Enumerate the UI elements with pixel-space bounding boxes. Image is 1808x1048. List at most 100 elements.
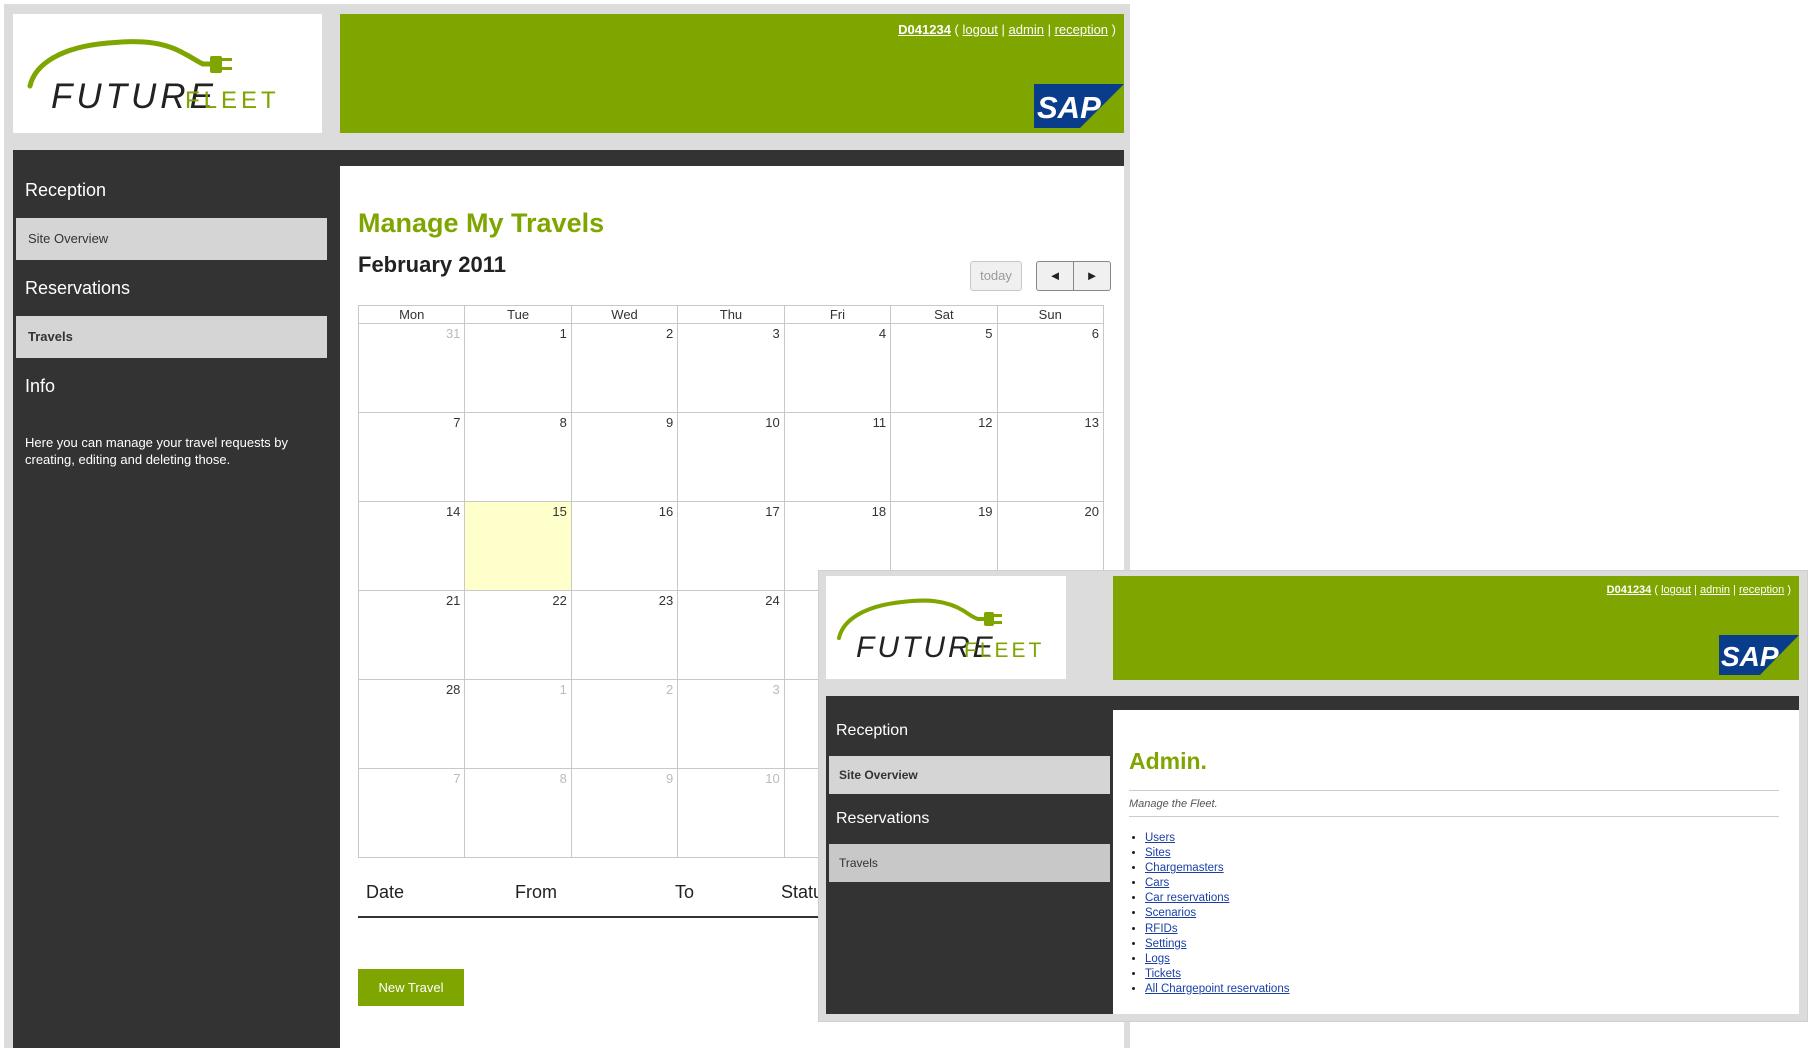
- calendar-day[interactable]: 6: [996, 324, 1103, 412]
- calendar-day[interactable]: 12: [890, 413, 996, 501]
- logout-link[interactable]: logout: [1661, 584, 1691, 596]
- list-item: Chargemasters: [1145, 861, 1289, 876]
- list-item: RFIDs: [1145, 922, 1289, 937]
- sidebar-info-text: Here you can manage your travel requests…: [25, 435, 289, 467]
- calendar-day[interactable]: 3: [677, 324, 783, 412]
- calendar-day[interactable]: 14: [359, 502, 464, 590]
- calendar-day[interactable]: 24: [677, 591, 783, 679]
- admin-link-chargemasters[interactable]: Chargemasters: [1145, 862, 1224, 874]
- calendar-day[interactable]: 9: [570, 413, 677, 501]
- reception-link[interactable]: reception: [1739, 584, 1784, 596]
- list-item: Logs: [1145, 952, 1289, 967]
- calendar-day[interactable]: 4: [783, 324, 890, 412]
- user-links: D041234 ( logout | admin | reception ): [1606, 584, 1791, 596]
- weekday-header: Mon Tue Wed Thu Fri Sat Sun: [358, 305, 1104, 324]
- column-date[interactable]: Date: [366, 882, 404, 903]
- reception-link[interactable]: reception: [1055, 22, 1108, 37]
- sap-logo: SAP: [1719, 635, 1799, 680]
- calendar-day[interactable]: 8: [464, 769, 570, 857]
- list-item: Sites: [1145, 846, 1289, 861]
- calendar-day[interactable]: 13: [996, 413, 1103, 501]
- sidebar-heading-reservations[interactable]: Reservations: [13, 260, 340, 316]
- calendar-day[interactable]: 1: [464, 680, 570, 768]
- sidebar: Reception Site Overview Reservations Tra…: [13, 150, 340, 1048]
- new-travel-button[interactable]: New Travel: [358, 969, 464, 1006]
- admin-link[interactable]: admin: [1009, 22, 1044, 37]
- future-fleet-logo[interactable]: FUTURE FLEET: [13, 14, 322, 133]
- sidebar-item-travels[interactable]: Travels: [829, 844, 1110, 882]
- today-button[interactable]: today: [970, 261, 1022, 291]
- calendar-day[interactable]: 7: [359, 769, 464, 857]
- calendar-day[interactable]: 7: [359, 413, 464, 501]
- admin-link-users[interactable]: Users: [1145, 832, 1175, 844]
- sidebar-item-travels[interactable]: Travels: [16, 316, 327, 358]
- user-links: D041234 ( logout | admin | reception ): [898, 22, 1116, 37]
- sidebar: Reception Site Overview Reservations Tra…: [826, 696, 1113, 1014]
- admin-link[interactable]: admin: [1700, 584, 1730, 596]
- admin-content: Admin. Manage the Fleet. Users Sites Cha…: [1113, 710, 1799, 1014]
- column-to[interactable]: To: [675, 882, 694, 903]
- future-fleet-logo[interactable]: FUTURE FLEET: [826, 576, 1066, 679]
- weekday-label: Mon: [399, 307, 425, 322]
- top-header: D041234 ( logout | admin | reception ) S…: [1113, 576, 1799, 680]
- sap-logo-text: SAP: [1721, 641, 1779, 672]
- list-item: All Chargepoint reservations: [1145, 982, 1289, 997]
- logout-link[interactable]: logout: [963, 22, 998, 37]
- calendar-day[interactable]: 2: [570, 324, 677, 412]
- calendar-day[interactable]: 17: [677, 502, 783, 590]
- calendar-day[interactable]: 1: [464, 324, 570, 412]
- sidebar-heading-reception[interactable]: Reception: [826, 706, 1113, 756]
- column-from[interactable]: From: [515, 882, 557, 903]
- weekday-label: Wed: [570, 306, 677, 323]
- header-divider: [340, 150, 1124, 166]
- admin-link-scenarios[interactable]: Scenarios: [1145, 907, 1196, 919]
- list-item: Scenarios: [1145, 906, 1289, 921]
- calendar-day[interactable]: 16: [570, 502, 677, 590]
- sidebar-heading-info: Info: [25, 376, 56, 396]
- sidebar-item-site-overview[interactable]: Site Overview: [16, 218, 327, 260]
- divider: [1129, 790, 1779, 791]
- sap-logo: SAP: [1034, 84, 1124, 133]
- user-id-link[interactable]: D041234: [1607, 584, 1652, 596]
- sidebar-heading-reception[interactable]: Reception: [13, 162, 340, 218]
- calendar-month-title: February 2011: [358, 252, 506, 277]
- calendar-day[interactable]: 8: [464, 413, 570, 501]
- calendar-day[interactable]: 22: [464, 591, 570, 679]
- calendar-day[interactable]: 5: [890, 324, 996, 412]
- admin-link-settings[interactable]: Settings: [1145, 938, 1187, 950]
- admin-link-car-reservations[interactable]: Car reservations: [1145, 892, 1229, 904]
- header-divider: [1113, 696, 1799, 710]
- arrow-right-icon: ►: [1085, 268, 1099, 283]
- prev-month-button[interactable]: ◄: [1036, 261, 1074, 291]
- list-item: Settings: [1145, 937, 1289, 952]
- calendar-day[interactable]: 9: [570, 769, 677, 857]
- weekday-label: Sun: [996, 306, 1103, 323]
- admin-link-tickets[interactable]: Tickets: [1145, 968, 1181, 980]
- next-month-button[interactable]: ►: [1073, 261, 1111, 291]
- admin-link-logs[interactable]: Logs: [1145, 953, 1170, 965]
- calendar-day[interactable]: 10: [677, 769, 783, 857]
- weekday-label: Thu: [677, 306, 783, 323]
- sap-logo-text: SAP: [1037, 90, 1101, 125]
- calendar-day[interactable]: 3: [677, 680, 783, 768]
- calendar-day[interactable]: 31: [359, 324, 464, 412]
- calendar-day[interactable]: 28: [359, 680, 464, 768]
- admin-link-sites[interactable]: Sites: [1145, 847, 1171, 859]
- page-subtitle: Manage the Fleet.: [1129, 798, 1218, 810]
- sidebar-item-site-overview[interactable]: Site Overview: [829, 756, 1110, 794]
- sidebar-heading-reservations[interactable]: Reservations: [826, 794, 1113, 844]
- admin-link-rfids[interactable]: RFIDs: [1145, 923, 1178, 935]
- weekday-label: Tue: [464, 306, 570, 323]
- logo-word-fleet: FLEET: [185, 87, 280, 114]
- calendar-day[interactable]: 10: [677, 413, 783, 501]
- list-item: Car reservations: [1145, 891, 1289, 906]
- calendar-day[interactable]: 2: [570, 680, 677, 768]
- calendar-day-today[interactable]: 15: [464, 502, 571, 590]
- admin-link-cars[interactable]: Cars: [1145, 877, 1169, 889]
- calendar-day[interactable]: 11: [783, 413, 890, 501]
- admin-link-chargepoint-reservations[interactable]: All Chargepoint reservations: [1145, 983, 1289, 995]
- calendar-day[interactable]: 21: [359, 591, 464, 679]
- calendar-day[interactable]: 23: [570, 591, 677, 679]
- logo-word-fleet: FLEET: [964, 639, 1044, 662]
- user-id-link[interactable]: D041234: [898, 22, 951, 37]
